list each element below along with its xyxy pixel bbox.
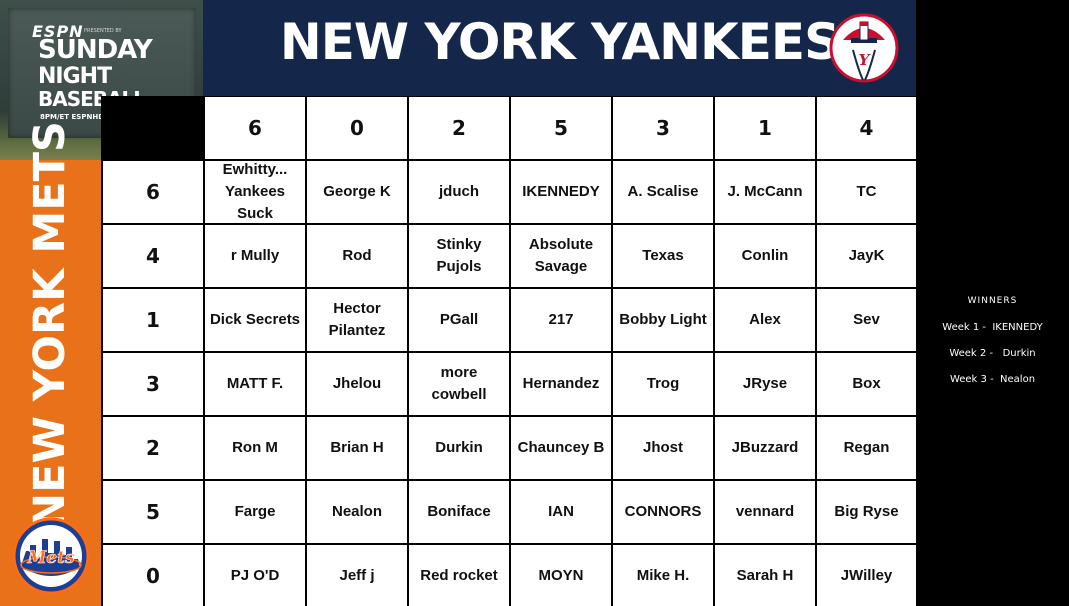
square-cell: J. McCann <box>715 161 815 223</box>
broadcast-time: 8PM/ET ESPNHD <box>40 113 104 121</box>
winners-panel: WINNERS Week 1 - IKENNEDY Week 2 - Durki… <box>916 296 1069 400</box>
square-cell: Regan <box>817 417 916 479</box>
row-number: 4 <box>103 225 203 287</box>
square-cell: Trog <box>613 353 713 415</box>
mets-logo-icon: Mets <box>12 517 90 595</box>
square-cell: JBuzzard <box>715 417 815 479</box>
yankees-title: NEW YORK YANKEES <box>279 13 840 71</box>
square-cell: MATT F. <box>205 353 305 415</box>
square-cell: JRyse <box>715 353 815 415</box>
square-cell: Red rocket <box>409 545 509 606</box>
square-cell: Farge <box>205 481 305 543</box>
square-cell: Big Ryse <box>817 481 916 543</box>
square-cell: IKENNEDY <box>511 161 611 223</box>
square-cell: Ewhitty... Yankees Suck <box>205 161 305 223</box>
mets-sidebar: NEW YORK METS Mets <box>0 121 101 606</box>
square-cell: PGall <box>409 289 509 351</box>
square-cell: Absolute Savage <box>511 225 611 287</box>
column-number: 6 <box>205 97 305 159</box>
square-cell: Stinky Pujols <box>409 225 509 287</box>
square-cell: MOYN <box>511 545 611 606</box>
square-cell: Nealon <box>307 481 407 543</box>
column-number: 1 <box>715 97 815 159</box>
square-cell: A. Scalise <box>613 161 713 223</box>
square-cell: Sarah H <box>715 545 815 606</box>
row-number: 1 <box>103 289 203 351</box>
squares-grid: 6 0 2 5 3 1 4 6 Ewhitty... Yankees Suck George Kj… <box>101 96 916 606</box>
yankees-logo-icon: Y <box>829 13 899 83</box>
square-cell: Rod <box>307 225 407 287</box>
square-cell: George K <box>307 161 407 223</box>
square-cell: more cowbell <box>409 353 509 415</box>
mets-logo-text: Mets <box>26 548 74 568</box>
square-cell: JayK <box>817 225 916 287</box>
yankees-header: NEW YORK YANKEES Y <box>203 0 916 96</box>
square-cell: jduch <box>409 161 509 223</box>
winners-title: WINNERS <box>967 296 1018 306</box>
square-cell: Sev <box>817 289 916 351</box>
square-cell: Ron M <box>205 417 305 479</box>
row-number: 2 <box>103 417 203 479</box>
square-cell: Alex <box>715 289 815 351</box>
svg-text:Y: Y <box>859 51 871 69</box>
winner-week-2: Week 2 - Durkin <box>949 348 1036 359</box>
square-cell: TC <box>817 161 916 223</box>
column-number: 0 <box>307 97 407 159</box>
row-number: 3 <box>103 353 203 415</box>
logo-line-sunday: SUNDAY <box>38 35 153 65</box>
column-number: 2 <box>409 97 509 159</box>
square-cell: Texas <box>613 225 713 287</box>
row-number: 0 <box>103 545 203 606</box>
row-number: 6 <box>103 161 203 223</box>
square-cell: Hector Pilantez <box>307 289 407 351</box>
mets-title: NEW YORK METS <box>25 121 75 529</box>
square-cell: Bobby Light <box>613 289 713 351</box>
square-cell: Brian H <box>307 417 407 479</box>
logo-line-night: NIGHT <box>38 64 112 89</box>
winner-week-1: Week 1 - IKENNEDY <box>942 322 1043 333</box>
square-cell: Chauncey B <box>511 417 611 479</box>
column-number: 3 <box>613 97 713 159</box>
square-cell: Conlin <box>715 225 815 287</box>
square-cell: Durkin <box>409 417 509 479</box>
square-cell: r Mully <box>205 225 305 287</box>
square-cell: Jeff j <box>307 545 407 606</box>
square-cell: Jhost <box>613 417 713 479</box>
square-cell: IAN <box>511 481 611 543</box>
row-number: 5 <box>103 481 203 543</box>
column-number: 4 <box>817 97 916 159</box>
winner-week-3: Week 3 - Nealon <box>949 374 1036 385</box>
square-cell: Hernandez <box>511 353 611 415</box>
square-cell: Mike H. <box>613 545 713 606</box>
square-cell: 217 <box>511 289 611 351</box>
square-cell: JWilley <box>817 545 916 606</box>
square-cell: Jhelou <box>307 353 407 415</box>
square-cell: PJ O'D <box>205 545 305 606</box>
square-cell: vennard <box>715 481 815 543</box>
square-cell: Boniface <box>409 481 509 543</box>
square-cell: Dick Secrets <box>205 289 305 351</box>
square-cell: Box <box>817 353 916 415</box>
presented-by-text: PRESENTED BY <box>84 28 122 34</box>
column-number: 5 <box>511 97 611 159</box>
square-cell: CONNORS <box>613 481 713 543</box>
